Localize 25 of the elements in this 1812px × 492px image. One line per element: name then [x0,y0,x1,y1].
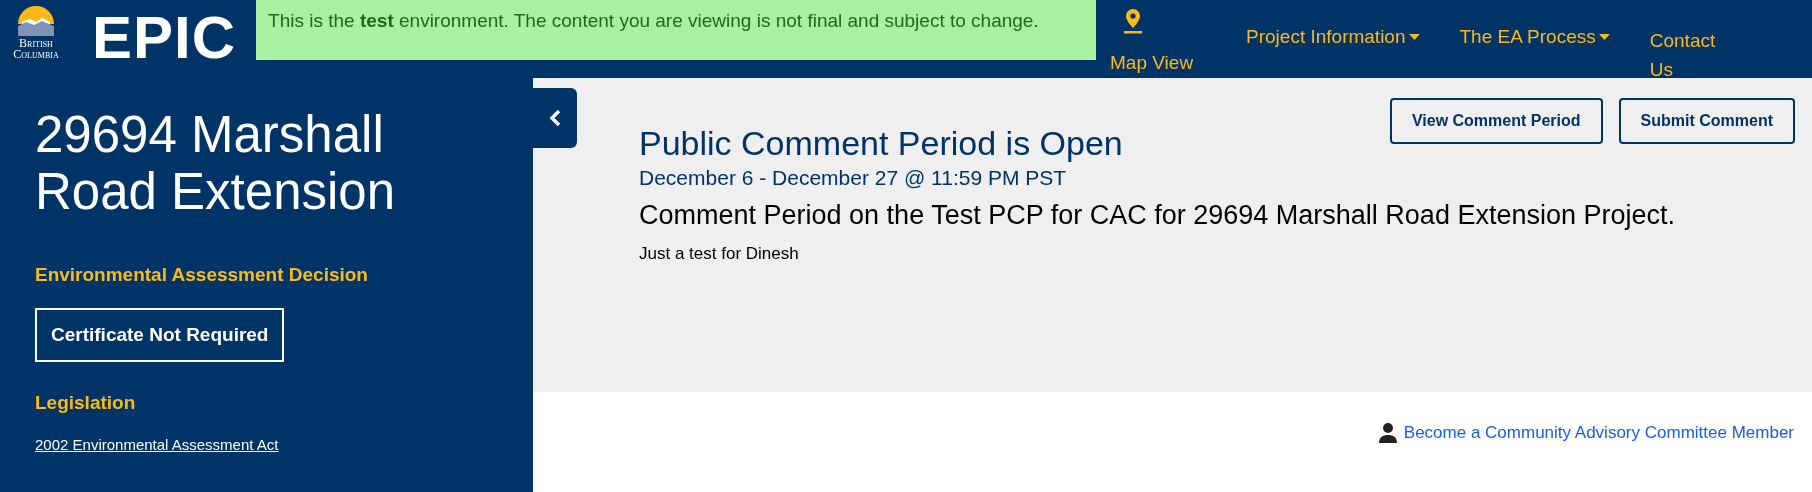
nav-dropdown[interactable]: The EA Process [1459,26,1610,48]
comment-button[interactable]: View Comment Period [1389,98,1603,144]
cac-member-link[interactable]: Become a Community Advisory Committee Member [1377,422,1794,444]
chevron-left-icon [549,109,561,127]
legislation-link[interactable]: 2002 Environmental Assessment Act [35,436,279,453]
person-icon [1377,422,1398,444]
decision-button[interactable]: Certificate Not Required [35,308,285,362]
site-title: EPIC [92,3,237,73]
section-label: Environmental Assessment Decision [35,264,369,286]
comment-button[interactable]: Submit Comment [1618,98,1795,144]
project-title: 29694 Marshall Road Extension [35,106,397,220]
nav-dropdown[interactable]: Project Information [1246,26,1420,48]
map-pin-icon [1122,8,1145,34]
comment-period-dates: December 6 - December 27 @ 11:59 PM PST [639,166,1068,190]
comment-period-title: Comment Period on the Test PCP for CAC for 29694 Marshall Road Extension Project. [639,199,1676,232]
section-label: Legislation [35,392,137,414]
nav-link[interactable]: Contact Us [1649,26,1720,84]
collapse-button[interactable] [533,88,577,148]
logo-text: British Columbia [12,38,60,60]
caret-icon [1408,34,1420,40]
caret-icon [1598,34,1610,40]
comment-period-description: Just a test for Dinesh [639,244,800,264]
comment-period-heading: Public Comment Period is Open [639,123,1123,164]
test-environment-notice: This is the test environment. The content you are viewing is not final and subject to change. [256,0,1097,60]
map-view-link[interactable]: Map View [1110,0,1247,74]
